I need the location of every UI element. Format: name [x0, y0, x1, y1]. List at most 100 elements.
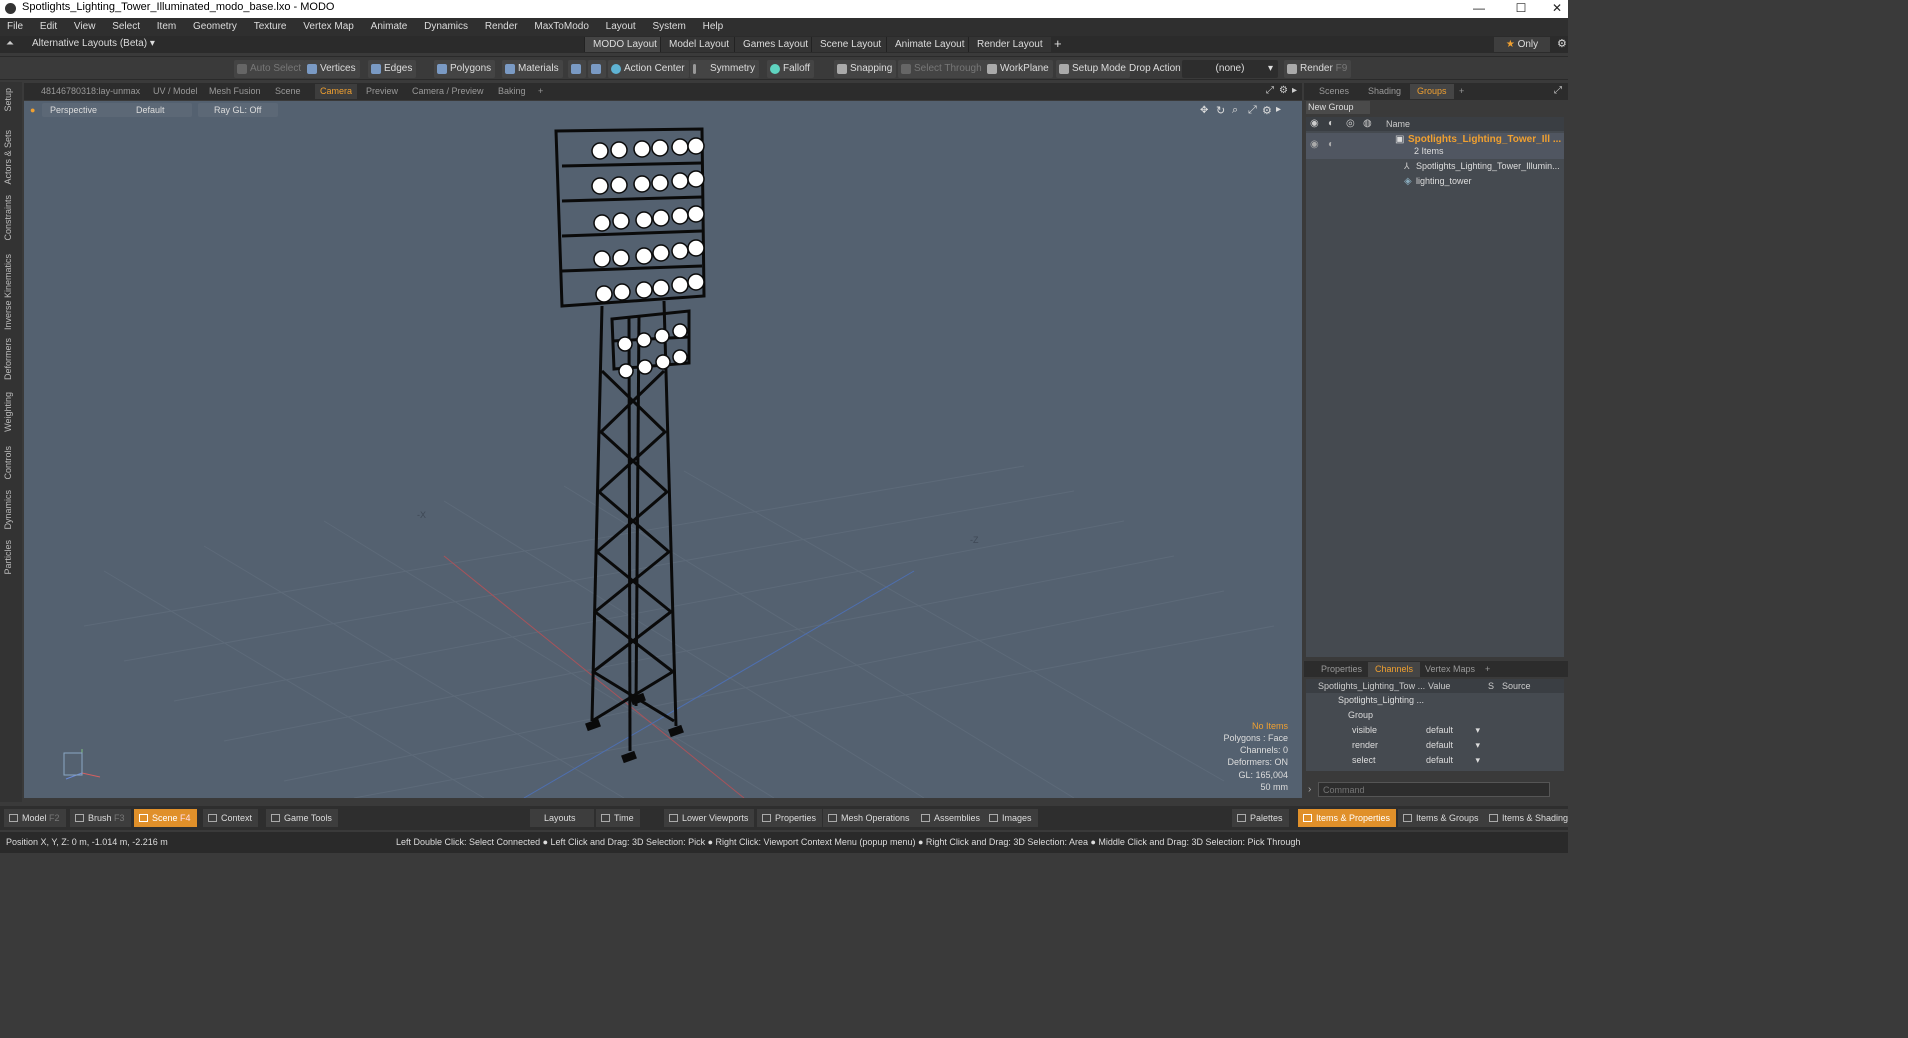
tab-scenes[interactable]: Scenes [1312, 84, 1356, 99]
mesh-operations-button[interactable]: Mesh Operations [823, 809, 916, 827]
tab-modo-layout[interactable]: MODO Layout [584, 37, 665, 52]
mode-button-a[interactable] [568, 60, 586, 78]
workplane-button[interactable]: WorkPlane [984, 60, 1053, 78]
tab-shading[interactable]: Shading [1361, 84, 1408, 99]
channel-value-dropdown[interactable]: default ▾ [1426, 755, 1482, 765]
menu-edit[interactable]: Edit [33, 18, 64, 36]
items-shading-button[interactable]: Items & Shading [1484, 809, 1568, 827]
images-button[interactable]: Images [984, 809, 1038, 827]
tab-games-layout[interactable]: Games Layout [734, 37, 817, 52]
action-center-button[interactable]: Action Center [608, 60, 689, 78]
menu-file[interactable]: File [0, 18, 30, 36]
shading-dropdown[interactable]: Default [108, 103, 192, 117]
tab-uv-model[interactable]: UV / Model [148, 84, 203, 99]
materials-button[interactable]: Materials [502, 60, 563, 78]
polygons-button[interactable]: Polygons [434, 60, 496, 78]
tab-deformers[interactable]: Deformers [3, 338, 17, 380]
menu-animate[interactable]: Animate [364, 18, 415, 36]
tab-properties[interactable]: Properties [1314, 662, 1369, 677]
tab-lay-unmax[interactable]: 48146780318:lay-unmax [36, 84, 145, 99]
brush-button[interactable]: Brush F3 [70, 809, 131, 827]
context-button[interactable]: Context [203, 809, 259, 827]
zoom-icon[interactable]: ⌕ [1232, 104, 1238, 117]
command-input[interactable] [1318, 782, 1550, 797]
add-panel-tab-button[interactable]: + [1452, 84, 1471, 99]
vertices-button[interactable]: Vertices [304, 60, 360, 78]
tab-preview[interactable]: Preview [361, 84, 403, 99]
new-group-button[interactable]: New Group [1306, 101, 1370, 114]
menu-item[interactable]: Item [150, 18, 183, 36]
items-properties-button[interactable]: Items & Properties [1298, 809, 1397, 827]
menu-help[interactable]: Help [696, 18, 731, 36]
items-groups-button[interactable]: Items & Groups [1398, 809, 1485, 827]
visibility-eye-icon[interactable]: ◉ [1310, 118, 1319, 129]
mode-button-b[interactable] [588, 60, 606, 78]
tab-dynamics[interactable]: Dynamics [3, 490, 17, 530]
game-tools-button[interactable]: Game Tools [266, 809, 338, 827]
auto-select-button[interactable]: Auto Select [234, 60, 306, 78]
tab-mesh-fusion[interactable]: Mesh Fusion [204, 84, 266, 99]
tab-render-layout[interactable]: Render Layout [968, 37, 1051, 52]
menu-select[interactable]: Select [105, 18, 147, 36]
channel-value-dropdown[interactable]: default ▾ [1426, 740, 1482, 750]
tab-baking[interactable]: Baking [493, 84, 531, 99]
scene-button[interactable]: Scene F4 [134, 809, 197, 827]
group-row-root[interactable]: ◉ ◐ ▣ Spotlights_Lighting_Tower_Ill ... … [1306, 133, 1564, 159]
menu-vertex-map[interactable]: Vertex Map [296, 18, 361, 36]
falloff-button[interactable]: Falloff [767, 60, 815, 78]
fit-view-icon[interactable]: ⤢ [1248, 104, 1257, 117]
tab-constraints[interactable]: Constraints [3, 195, 17, 241]
tree-item-row[interactable]: ⅄ Spotlights_Lighting_Tower_Illumin... [1306, 160, 1564, 174]
tab-groups[interactable]: Groups [1410, 84, 1454, 99]
render-button[interactable]: Render F9 [1284, 60, 1352, 78]
tab-scene[interactable]: Scene [270, 84, 306, 99]
alternative-layouts-dropdown[interactable]: Alternative Layouts (Beta) ▾ [32, 38, 155, 49]
tab-inverse-kinematics[interactable]: Inverse Kinematics [3, 254, 17, 330]
pan-icon[interactable]: ✥ [1200, 105, 1208, 116]
drop-action-select[interactable]: (none) ▾ [1182, 60, 1278, 78]
viewport-expand-arrow-icon[interactable]: ▸ [1276, 104, 1281, 115]
only-toggle[interactable]: ★ Only [1494, 37, 1550, 52]
perspective-dropdown[interactable]: Perspective [42, 103, 118, 117]
assemblies-button[interactable]: Assemblies [916, 809, 987, 827]
menu-texture[interactable]: Texture [247, 18, 294, 36]
visibility-eye-icon[interactable]: ◉ [1310, 139, 1319, 150]
tab-controls[interactable]: Controls [3, 446, 17, 480]
menu-geometry[interactable]: Geometry [186, 18, 244, 36]
menu-system[interactable]: System [645, 18, 692, 36]
tab-actors-sets[interactable]: Actors & Sets [3, 130, 17, 185]
properties-button[interactable]: Properties [757, 809, 823, 827]
viewport-settings-icon[interactable]: ⚙ [1262, 104, 1272, 117]
channel-value-dropdown[interactable]: default ▾ [1426, 725, 1482, 735]
menu-view[interactable]: View [67, 18, 103, 36]
tab-scene-layout[interactable]: Scene Layout [811, 37, 890, 52]
tab-weighting[interactable]: Weighting [3, 392, 17, 432]
gear-icon[interactable]: ⚙ [1557, 37, 1567, 50]
layouts-button[interactable]: Layouts [530, 809, 594, 827]
viewport-gear-icon[interactable]: ⚙ [1279, 85, 1288, 96]
menu-maxtomodo[interactable]: MaxToModo [527, 18, 595, 36]
lock-icon[interactable]: ◎ [1346, 118, 1355, 129]
add-layout-button[interactable]: + [1054, 36, 1062, 51]
3d-viewport[interactable]: ● Perspective Default Ray GL: Off ✥ ↻ ⌕ … [24, 101, 1302, 798]
tab-vertex-maps[interactable]: Vertex Maps [1418, 662, 1482, 677]
time-button[interactable]: Time [596, 809, 640, 827]
layout-collapse-icon[interactable]: ⏶ [6, 38, 14, 49]
viewport-options-icon[interactable]: ● [30, 103, 40, 117]
panel-expand-icon[interactable]: ⤢ [1554, 85, 1562, 96]
tab-model-layout[interactable]: Model Layout [660, 37, 738, 52]
add-properties-tab-button[interactable]: + [1478, 662, 1497, 677]
palettes-button[interactable]: Palettes [1232, 809, 1289, 827]
menu-dynamics[interactable]: Dynamics [417, 18, 475, 36]
maximize-button[interactable]: ☐ [1504, 0, 1538, 18]
model-button[interactable]: Model F2 [4, 809, 66, 827]
render-toggle-icon[interactable]: ◐ [1328, 118, 1334, 129]
lower-viewports-button[interactable]: Lower Viewports [664, 809, 755, 827]
snapping-button[interactable]: Snapping [834, 60, 897, 78]
maximize-viewport-icon[interactable]: ⤢ [1266, 85, 1274, 96]
menu-layout[interactable]: Layout [599, 18, 643, 36]
raygl-toggle[interactable]: Ray GL: Off [198, 103, 278, 117]
add-tab-button[interactable]: + [533, 84, 548, 99]
select-through-button[interactable]: Select Through [898, 60, 986, 78]
tab-particles[interactable]: Particles [3, 540, 17, 575]
